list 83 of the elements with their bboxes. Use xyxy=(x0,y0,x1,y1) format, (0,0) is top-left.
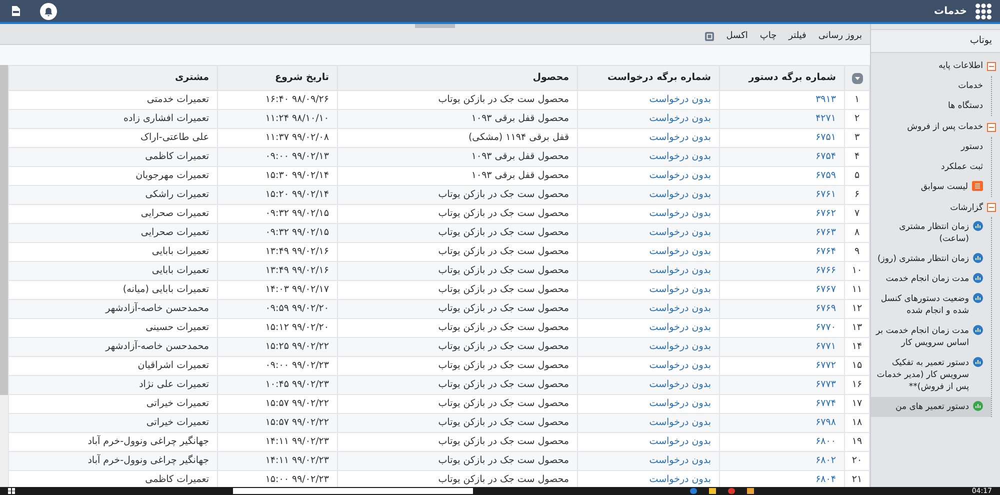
collapse-icon[interactable] xyxy=(987,122,996,132)
row-number: ۱۶ xyxy=(844,376,870,394)
order-link[interactable]: ۶۷۵۹ xyxy=(816,170,836,181)
caret-icon xyxy=(854,76,860,80)
row-number: ۱۷ xyxy=(844,394,870,414)
order-link[interactable]: ۶۷۷۴ xyxy=(816,398,836,409)
order-link[interactable]: ۶۷۶۱ xyxy=(816,188,836,200)
column-header[interactable]: شماره برگه درخواست xyxy=(578,66,720,90)
app-title: خدمات xyxy=(934,4,967,18)
windows-start-icon[interactable] xyxy=(8,488,16,494)
order-link[interactable]: ۶۸۰۴ xyxy=(816,474,836,485)
row-number: ۱ xyxy=(844,90,870,110)
tree-item[interactable]: خدمات xyxy=(871,76,991,96)
column-header[interactable]: مشتری xyxy=(8,66,218,90)
row-number: ۱۰ xyxy=(844,262,870,280)
order-link[interactable]: ۴۲۷۱ xyxy=(816,112,836,124)
row-number: ۵ xyxy=(844,166,870,186)
resize-handle[interactable] xyxy=(415,24,455,28)
tree-group[interactable]: خدمات پس از فروش xyxy=(871,118,996,136)
scrollbar-thumb[interactable] xyxy=(0,65,8,395)
bell-icon[interactable] xyxy=(40,2,57,20)
tree-item[interactable]: دستور xyxy=(871,136,991,156)
collapse-icon[interactable] xyxy=(987,203,996,212)
row-number: ۶ xyxy=(844,186,870,204)
row-number: ۴ xyxy=(844,148,870,166)
row-number: ۹ xyxy=(844,242,870,262)
tree-item[interactable]: دستور تعمیر به تفکیک سرویس کار (مدیر خدمات پس از فروش)** xyxy=(871,353,991,398)
order-link[interactable]: ۶۷۶۲ xyxy=(816,208,836,219)
order-link[interactable]: ۶۷۶۹ xyxy=(816,302,836,314)
order-link[interactable]: ۶۸۰۲ xyxy=(816,454,836,466)
column-header[interactable]: تاریخ شروع xyxy=(218,66,338,90)
row-number: ۱۵ xyxy=(844,356,870,376)
order-link[interactable]: ۶۷۷۳ xyxy=(816,378,836,390)
row-number: ۷ xyxy=(844,204,870,224)
row-number: ۸ xyxy=(844,224,870,242)
order-link[interactable]: ۶۷۶۷ xyxy=(816,284,836,295)
order-link[interactable]: ۶۷۹۸ xyxy=(816,416,836,428)
order-link[interactable]: ۳۹۱۳ xyxy=(816,94,836,105)
row-number: ۱۹ xyxy=(844,432,870,452)
tree-item[interactable]: ثبت عملکرد xyxy=(871,156,991,176)
tree-item[interactable]: مدت زمان انجام خدمت بر اساس سرویس کار xyxy=(871,321,991,354)
collapse-icon[interactable] xyxy=(987,62,996,71)
column-header[interactable]: شماره برگه دستور xyxy=(720,66,844,90)
taskbar-app-icon[interactable] xyxy=(747,488,754,494)
order-link[interactable]: ۶۷۵۱ xyxy=(816,132,836,143)
tree-group[interactable]: گزارشات xyxy=(871,198,996,218)
tree-item[interactable]: دستگاه ها xyxy=(871,96,991,116)
toolbar-button[interactable]: اکسل xyxy=(726,32,748,41)
tree-item[interactable]: لیست سوابق xyxy=(871,176,991,196)
toolbar-button[interactable]: چاپ xyxy=(760,32,777,41)
tree-item[interactable]: زمان انتظار مشتری (روز) xyxy=(871,249,991,270)
row-number: ۲۰ xyxy=(844,452,870,470)
row-number: ۱۳ xyxy=(844,318,870,338)
list-icon xyxy=(972,180,983,190)
row-number: ۲۱ xyxy=(844,470,870,487)
taskbar-app-icon[interactable] xyxy=(709,488,716,494)
order-link[interactable]: ۶۷۷۱ xyxy=(816,340,836,352)
tree-item[interactable]: مدت زمان انجام خدمت xyxy=(871,269,991,290)
document-icon[interactable] xyxy=(12,6,20,16)
taskbar-search-field[interactable] xyxy=(232,488,473,494)
tree-item[interactable]: وضعیت دستورهای کنسل شده و انجام شده xyxy=(871,289,991,322)
order-link[interactable]: ۶۷۵۴ xyxy=(816,150,836,162)
order-link[interactable]: ۶۷۷۰ xyxy=(816,322,836,333)
order-link[interactable]: ۶۷۶۶ xyxy=(816,264,836,276)
column-menu-button[interactable] xyxy=(852,72,862,84)
column-header[interactable]: محصول xyxy=(338,66,578,90)
apps-grid-icon[interactable] xyxy=(975,2,992,20)
order-link[interactable]: ۶۷۶۴ xyxy=(816,246,836,257)
toolbar-button[interactable]: بروز رسانی xyxy=(818,32,862,41)
row-number: ۳ xyxy=(844,128,870,148)
row-number: ۱۱ xyxy=(844,280,870,300)
row-number: ۱۲ xyxy=(844,300,870,318)
tree-item[interactable]: زمان انتظار مشتری (ساعت) xyxy=(871,217,991,250)
row-number: ۱۸ xyxy=(844,414,870,432)
order-link[interactable]: ۶۷۶۳ xyxy=(816,226,836,238)
row-number: ۲ xyxy=(844,110,870,128)
toolbar-button[interactable]: فیلتر xyxy=(788,32,806,41)
sidebar-title: یوتاب xyxy=(871,29,1000,53)
tree-group[interactable]: اطلاعات پایه xyxy=(871,57,996,76)
order-link[interactable]: ۶۷۷۲ xyxy=(816,360,836,371)
row-number: ۱۴ xyxy=(844,338,870,356)
order-link[interactable]: ۶۸۰۰ xyxy=(816,436,836,447)
tree-item[interactable]: دستور تعمیر های من xyxy=(871,397,991,418)
